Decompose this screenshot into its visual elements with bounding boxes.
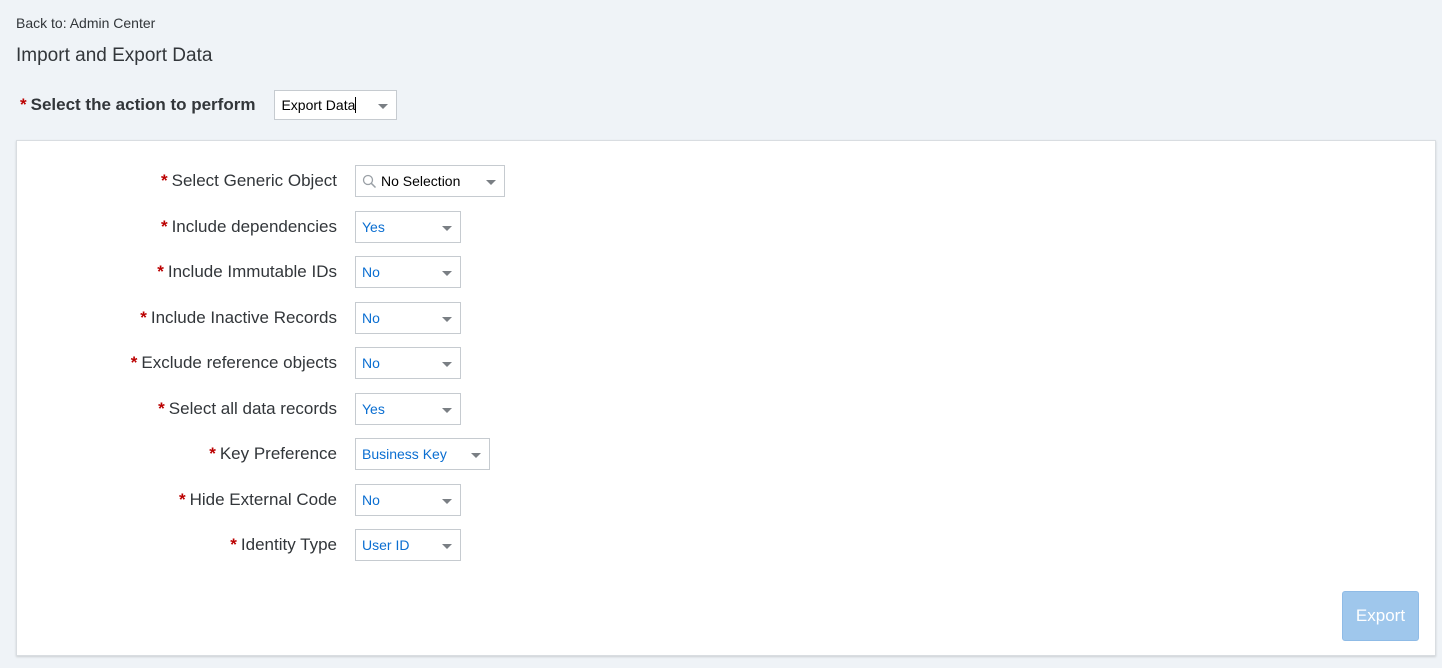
include-inactive-records-value: No <box>362 310 380 326</box>
field-label: * Exclude reference objects <box>17 353 355 373</box>
chevron-down-icon <box>442 317 452 322</box>
export-button[interactable]: Export <box>1342 591 1419 641</box>
field-label: * Include Immutable IDs <box>17 262 355 282</box>
key-preference-select[interactable]: Business Key <box>355 438 490 470</box>
field-label-text: Include dependencies <box>171 217 337 236</box>
chevron-down-icon <box>442 362 452 367</box>
field-label-text: Hide External Code <box>189 490 337 509</box>
required-mark: * <box>178 490 186 509</box>
action-label: * Select the action to perform <box>20 95 255 115</box>
action-row: * Select the action to perform Export Dat… <box>20 89 398 121</box>
search-icon <box>362 174 377 189</box>
form-row-identity-type: * Identity Type User ID <box>17 529 461 561</box>
required-mark: * <box>140 308 147 327</box>
exclude-reference-objects-value: No <box>362 355 380 371</box>
field-label-text: Key Preference <box>219 444 337 463</box>
form-row-hide-external-code: * Hide External Code No <box>17 484 461 516</box>
include-inactive-records-select[interactable]: No <box>355 302 461 334</box>
required-mark: * <box>161 171 168 190</box>
field-label-text: Include Inactive Records <box>150 308 337 327</box>
required-mark: * <box>130 353 138 372</box>
chevron-down-icon <box>471 453 481 458</box>
field-label-text: Select all data records <box>168 399 337 418</box>
field-label: * Include dependencies <box>17 217 355 237</box>
form-row-generic-object: * Select Generic Object No Selection <box>17 165 505 197</box>
chevron-down-icon <box>442 226 452 231</box>
select-all-data-records-select[interactable]: Yes <box>355 393 461 425</box>
form-row-select-all-data-records: * Select all data records Yes <box>17 393 461 425</box>
generic-object-value: No Selection <box>381 173 461 189</box>
chevron-down-icon <box>442 271 452 276</box>
required-mark: * <box>160 217 168 236</box>
generic-object-select[interactable]: No Selection <box>355 165 505 197</box>
include-dependencies-select[interactable]: Yes <box>355 211 461 243</box>
include-immutable-ids-select[interactable]: No <box>355 256 461 288</box>
page-title: Import and Export Data <box>16 45 213 66</box>
form-row-key-preference: * Key Preference Business Key <box>17 438 490 470</box>
identity-type-value: User ID <box>362 537 410 553</box>
chevron-down-icon <box>442 499 452 504</box>
field-label: * Hide External Code <box>17 490 355 510</box>
hide-external-code-value: No <box>362 492 380 508</box>
required-mark: * <box>209 444 216 463</box>
include-dependencies-value: Yes <box>362 219 385 235</box>
action-select[interactable]: Export Data <box>274 90 398 120</box>
chevron-down-icon <box>442 408 452 413</box>
chevron-down-icon <box>378 104 389 109</box>
field-label: * Key Preference <box>17 444 355 464</box>
field-label: * Select all data records <box>17 399 355 419</box>
action-label-text: Select the action to perform <box>30 95 256 114</box>
export-options-panel: * Select Generic Object No Selection * Inc… <box>16 140 1436 656</box>
required-mark: * <box>158 399 165 418</box>
required-mark: * <box>230 535 237 554</box>
required-mark: * <box>20 95 27 114</box>
identity-type-select[interactable]: User ID <box>355 529 461 561</box>
required-mark: * <box>157 262 164 281</box>
chevron-down-icon <box>442 544 452 549</box>
exclude-reference-objects-select[interactable]: No <box>355 347 461 379</box>
field-label: * Include Inactive Records <box>17 308 355 328</box>
hide-external-code-select[interactable]: No <box>355 484 461 516</box>
chevron-down-icon <box>486 180 496 185</box>
back-link[interactable]: Back to: Admin Center <box>16 15 155 31</box>
field-label: * Identity Type <box>17 535 355 555</box>
form-row-include-inactive-records: * Include Inactive Records No <box>17 302 461 334</box>
form-row-exclude-reference-objects: * Exclude reference objects No <box>17 347 461 379</box>
field-label: * Select Generic Object <box>17 171 355 191</box>
field-label-text: Select Generic Object <box>171 171 337 190</box>
form-row-include-dependencies: * Include dependencies Yes <box>17 211 461 243</box>
select-all-data-records-value: Yes <box>362 401 385 417</box>
action-select-value: Export Data <box>281 97 357 113</box>
key-preference-value: Business Key <box>362 446 447 462</box>
field-label-text: Exclude reference objects <box>141 353 337 372</box>
field-label-text: Identity Type <box>240 535 337 554</box>
field-label-text: Include Immutable IDs <box>167 262 337 281</box>
form-row-include-immutable-ids: * Include Immutable IDs No <box>17 256 461 288</box>
include-immutable-ids-value: No <box>362 264 380 280</box>
